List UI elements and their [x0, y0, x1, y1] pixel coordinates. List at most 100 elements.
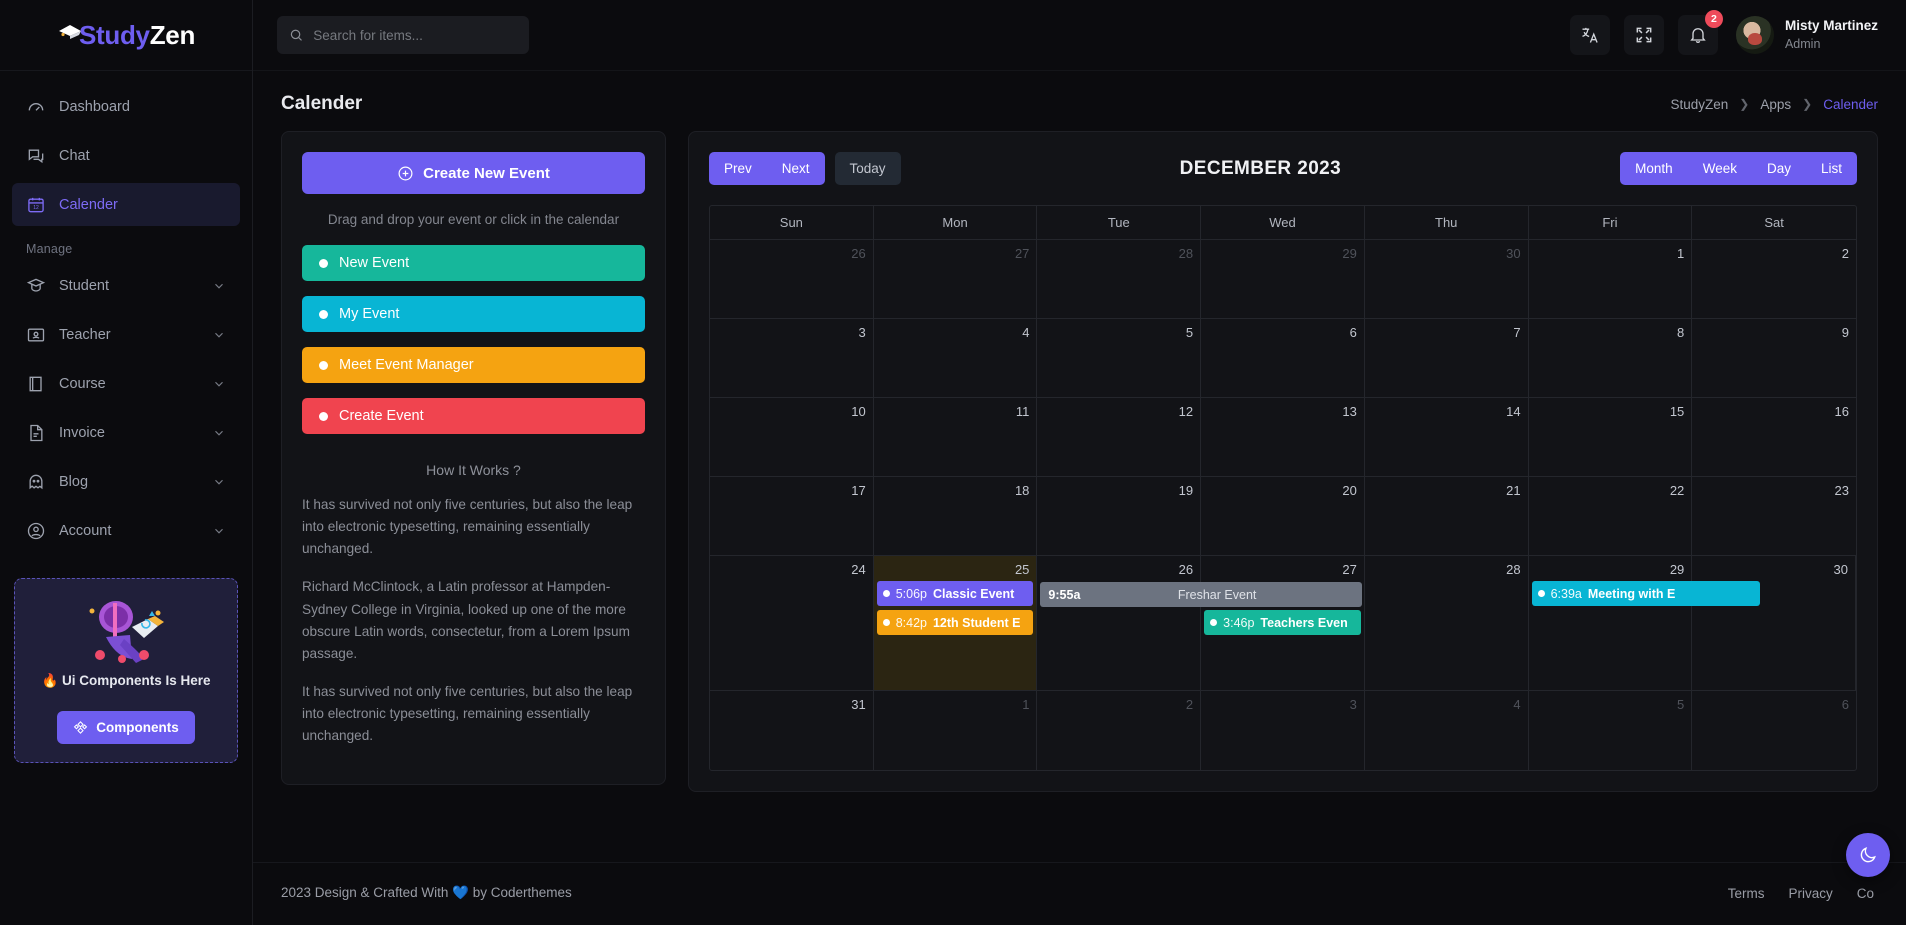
calendar-day-cell[interactable]: 17	[710, 477, 874, 556]
calendar-day-cell[interactable]: 27	[873, 240, 1038, 319]
calendar-day-cell[interactable]: 20	[1201, 477, 1365, 556]
draggable-event-my-event[interactable]: My Event	[302, 296, 645, 332]
calendar-day-cell[interactable]: 7	[1364, 319, 1529, 398]
calendar-day-cell[interactable]: 5	[1037, 319, 1202, 398]
calendar-day-cell[interactable]: 5	[1529, 691, 1693, 770]
event-time: 5:06p	[895, 586, 927, 601]
search-box[interactable]	[277, 16, 529, 54]
calendar-day-cell[interactable]: 8	[1528, 319, 1693, 398]
draggable-event-create-event[interactable]: Create Event	[302, 398, 645, 434]
calendar-view-day[interactable]: Day	[1751, 152, 1806, 185]
calendar-day-cell[interactable]: 19	[1037, 477, 1202, 556]
create-new-event-button[interactable]: Create New Event	[302, 152, 645, 194]
calendar-event-classic-event[interactable]: 5:06p Classic Event	[876, 581, 1034, 606]
calendar-day-cell[interactable]: 18	[873, 477, 1038, 556]
calendar-day-cell[interactable]: 28	[1364, 556, 1529, 691]
components-button[interactable]: Components	[57, 711, 195, 744]
calendar-day-cell[interactable]: 1	[1528, 240, 1693, 319]
language-button[interactable]	[1569, 15, 1610, 55]
sidebar-item-label: Invoice	[59, 424, 105, 441]
calendar-day-cell[interactable]: 31	[710, 691, 874, 770]
footer-link-contact[interactable]: Co	[1857, 886, 1874, 901]
sidebar-item-calender[interactable]: 12 Calender	[12, 183, 240, 226]
calendar-today-button[interactable]: Today	[834, 152, 901, 185]
day-number: 18	[1014, 483, 1030, 498]
calendar-day-cell[interactable]: 14	[1364, 398, 1529, 477]
footer-link-terms[interactable]: Terms	[1728, 886, 1765, 901]
sidebar-item-student[interactable]: Student	[12, 264, 240, 307]
calendar-day-cell[interactable]: 26	[1037, 556, 1202, 691]
sidebar-item-course[interactable]: Course	[12, 362, 240, 405]
calendar-view-month[interactable]: Month	[1620, 152, 1688, 185]
calendar-day-cell[interactable]: 29	[1201, 240, 1365, 319]
calendar-day-cell[interactable]: 11	[873, 398, 1038, 477]
calendar-day-cell[interactable]: 15	[1528, 398, 1693, 477]
fullscreen-icon	[1636, 27, 1652, 43]
calendar-day-cell[interactable]: 3	[1201, 691, 1365, 770]
calendar-day-cell[interactable]: 2	[1037, 691, 1202, 770]
calendar-day-cell[interactable]: 22	[1528, 477, 1693, 556]
sidebar-item-invoice[interactable]: Invoice	[12, 411, 240, 454]
day-number: 26	[1178, 562, 1194, 577]
sidebar-item-account[interactable]: Account	[12, 509, 240, 552]
calendar-day-cell[interactable]: 1	[874, 691, 1038, 770]
svg-text:12: 12	[33, 205, 39, 211]
breadcrumb-item-apps[interactable]: Apps	[1760, 97, 1791, 112]
chevron-down-icon	[215, 528, 223, 534]
weekday-fri: Fri	[1528, 206, 1693, 240]
calendar-event-12th-student-e[interactable]: 8:42p 12th Student E	[876, 610, 1034, 635]
draggable-event-new-event[interactable]: New Event	[302, 245, 645, 281]
calendar-day-cell[interactable]: 30	[1364, 240, 1529, 319]
search-input[interactable]	[313, 27, 517, 43]
footer-link-privacy[interactable]: Privacy	[1788, 886, 1832, 901]
calendar-day-cell[interactable]: 21	[1364, 477, 1529, 556]
breadcrumb-item-calender[interactable]: Calender	[1823, 97, 1878, 112]
calendar-day-cell[interactable]: 6	[1201, 319, 1365, 398]
weekday-wed: Wed	[1201, 206, 1365, 240]
calendar-event-teachers-event[interactable]: 3:46p Teachers Even	[1204, 610, 1361, 635]
user-menu[interactable]: Misty Martinez Admin	[1735, 16, 1878, 54]
calendar-view-week[interactable]: Week	[1687, 152, 1752, 185]
event-name: 12th Student E	[932, 615, 1021, 630]
breadcrumb-separator-icon: ❯	[1739, 97, 1750, 111]
brand-logo[interactable]: StudyZen	[0, 0, 252, 71]
calendar-day-cell[interactable]: 12	[1037, 398, 1202, 477]
calendar-prev-button[interactable]: Prev	[709, 152, 767, 185]
calendar-day-cell[interactable]: 27 3:46p Teachers Even	[1201, 556, 1365, 691]
calendar-day-cell[interactable]: 3	[710, 319, 874, 398]
calendar-day-cell[interactable]: 25 5:06p Classic Event 8:42p 12th Studen…	[873, 556, 1038, 691]
calendar-day-cell[interactable]: 23	[1692, 477, 1856, 556]
theme-toggle-button[interactable]	[1846, 833, 1890, 877]
calendar-event-freshar-event[interactable]: 9:55a Freshar Event	[1040, 582, 1362, 607]
calendar-day-cell[interactable]: 6	[1692, 691, 1856, 770]
notification-badge: 2	[1704, 10, 1723, 28]
footer-copyright-post: by Coderthemes	[472, 885, 572, 900]
sidebar-item-chat[interactable]: Chat	[12, 134, 240, 177]
calendar-day-cell[interactable]: 10	[710, 398, 874, 477]
how-it-works-paragraph: It has survived not only five centuries,…	[302, 684, 633, 744]
sidebar-item-dashboard[interactable]: Dashboard	[12, 85, 240, 128]
draggable-event-label: New Event	[339, 255, 410, 271]
calendar-next-button[interactable]: Next	[766, 152, 825, 185]
fullscreen-button[interactable]	[1623, 15, 1664, 55]
footer-links: Terms Privacy Co	[1728, 886, 1874, 901]
draggable-event-meet-event-manager[interactable]: Meet Event Manager	[302, 347, 645, 383]
calendar-day-cell[interactable]: 9	[1692, 319, 1856, 398]
calendar-day-cell[interactable]: 28	[1037, 240, 1202, 319]
sidebar-item-teacher[interactable]: Teacher	[12, 313, 240, 356]
calendar-day-cell[interactable]: 2	[1692, 240, 1856, 319]
calendar-day-cell[interactable]: 26	[710, 240, 874, 319]
calendar-day-cell[interactable]: 29 6:39a Meeting with E	[1528, 556, 1761, 691]
calendar-view-list[interactable]: List	[1805, 152, 1857, 185]
breadcrumb-item-studyzen[interactable]: StudyZen	[1671, 97, 1729, 112]
sidebar-item-blog[interactable]: Blog	[12, 460, 240, 503]
notifications-button[interactable]: 2	[1677, 10, 1723, 55]
calendar-day-cell[interactable]: 30	[1692, 556, 1856, 691]
calendar-day-cell[interactable]: 4	[873, 319, 1038, 398]
day-number: 27	[1014, 246, 1030, 261]
calendar-day-cell[interactable]: 4	[1365, 691, 1529, 770]
calendar-day-cell[interactable]: 16	[1692, 398, 1856, 477]
day-number: 2	[1185, 697, 1194, 712]
calendar-day-cell[interactable]: 24	[710, 556, 874, 691]
calendar-day-cell[interactable]: 13	[1201, 398, 1365, 477]
